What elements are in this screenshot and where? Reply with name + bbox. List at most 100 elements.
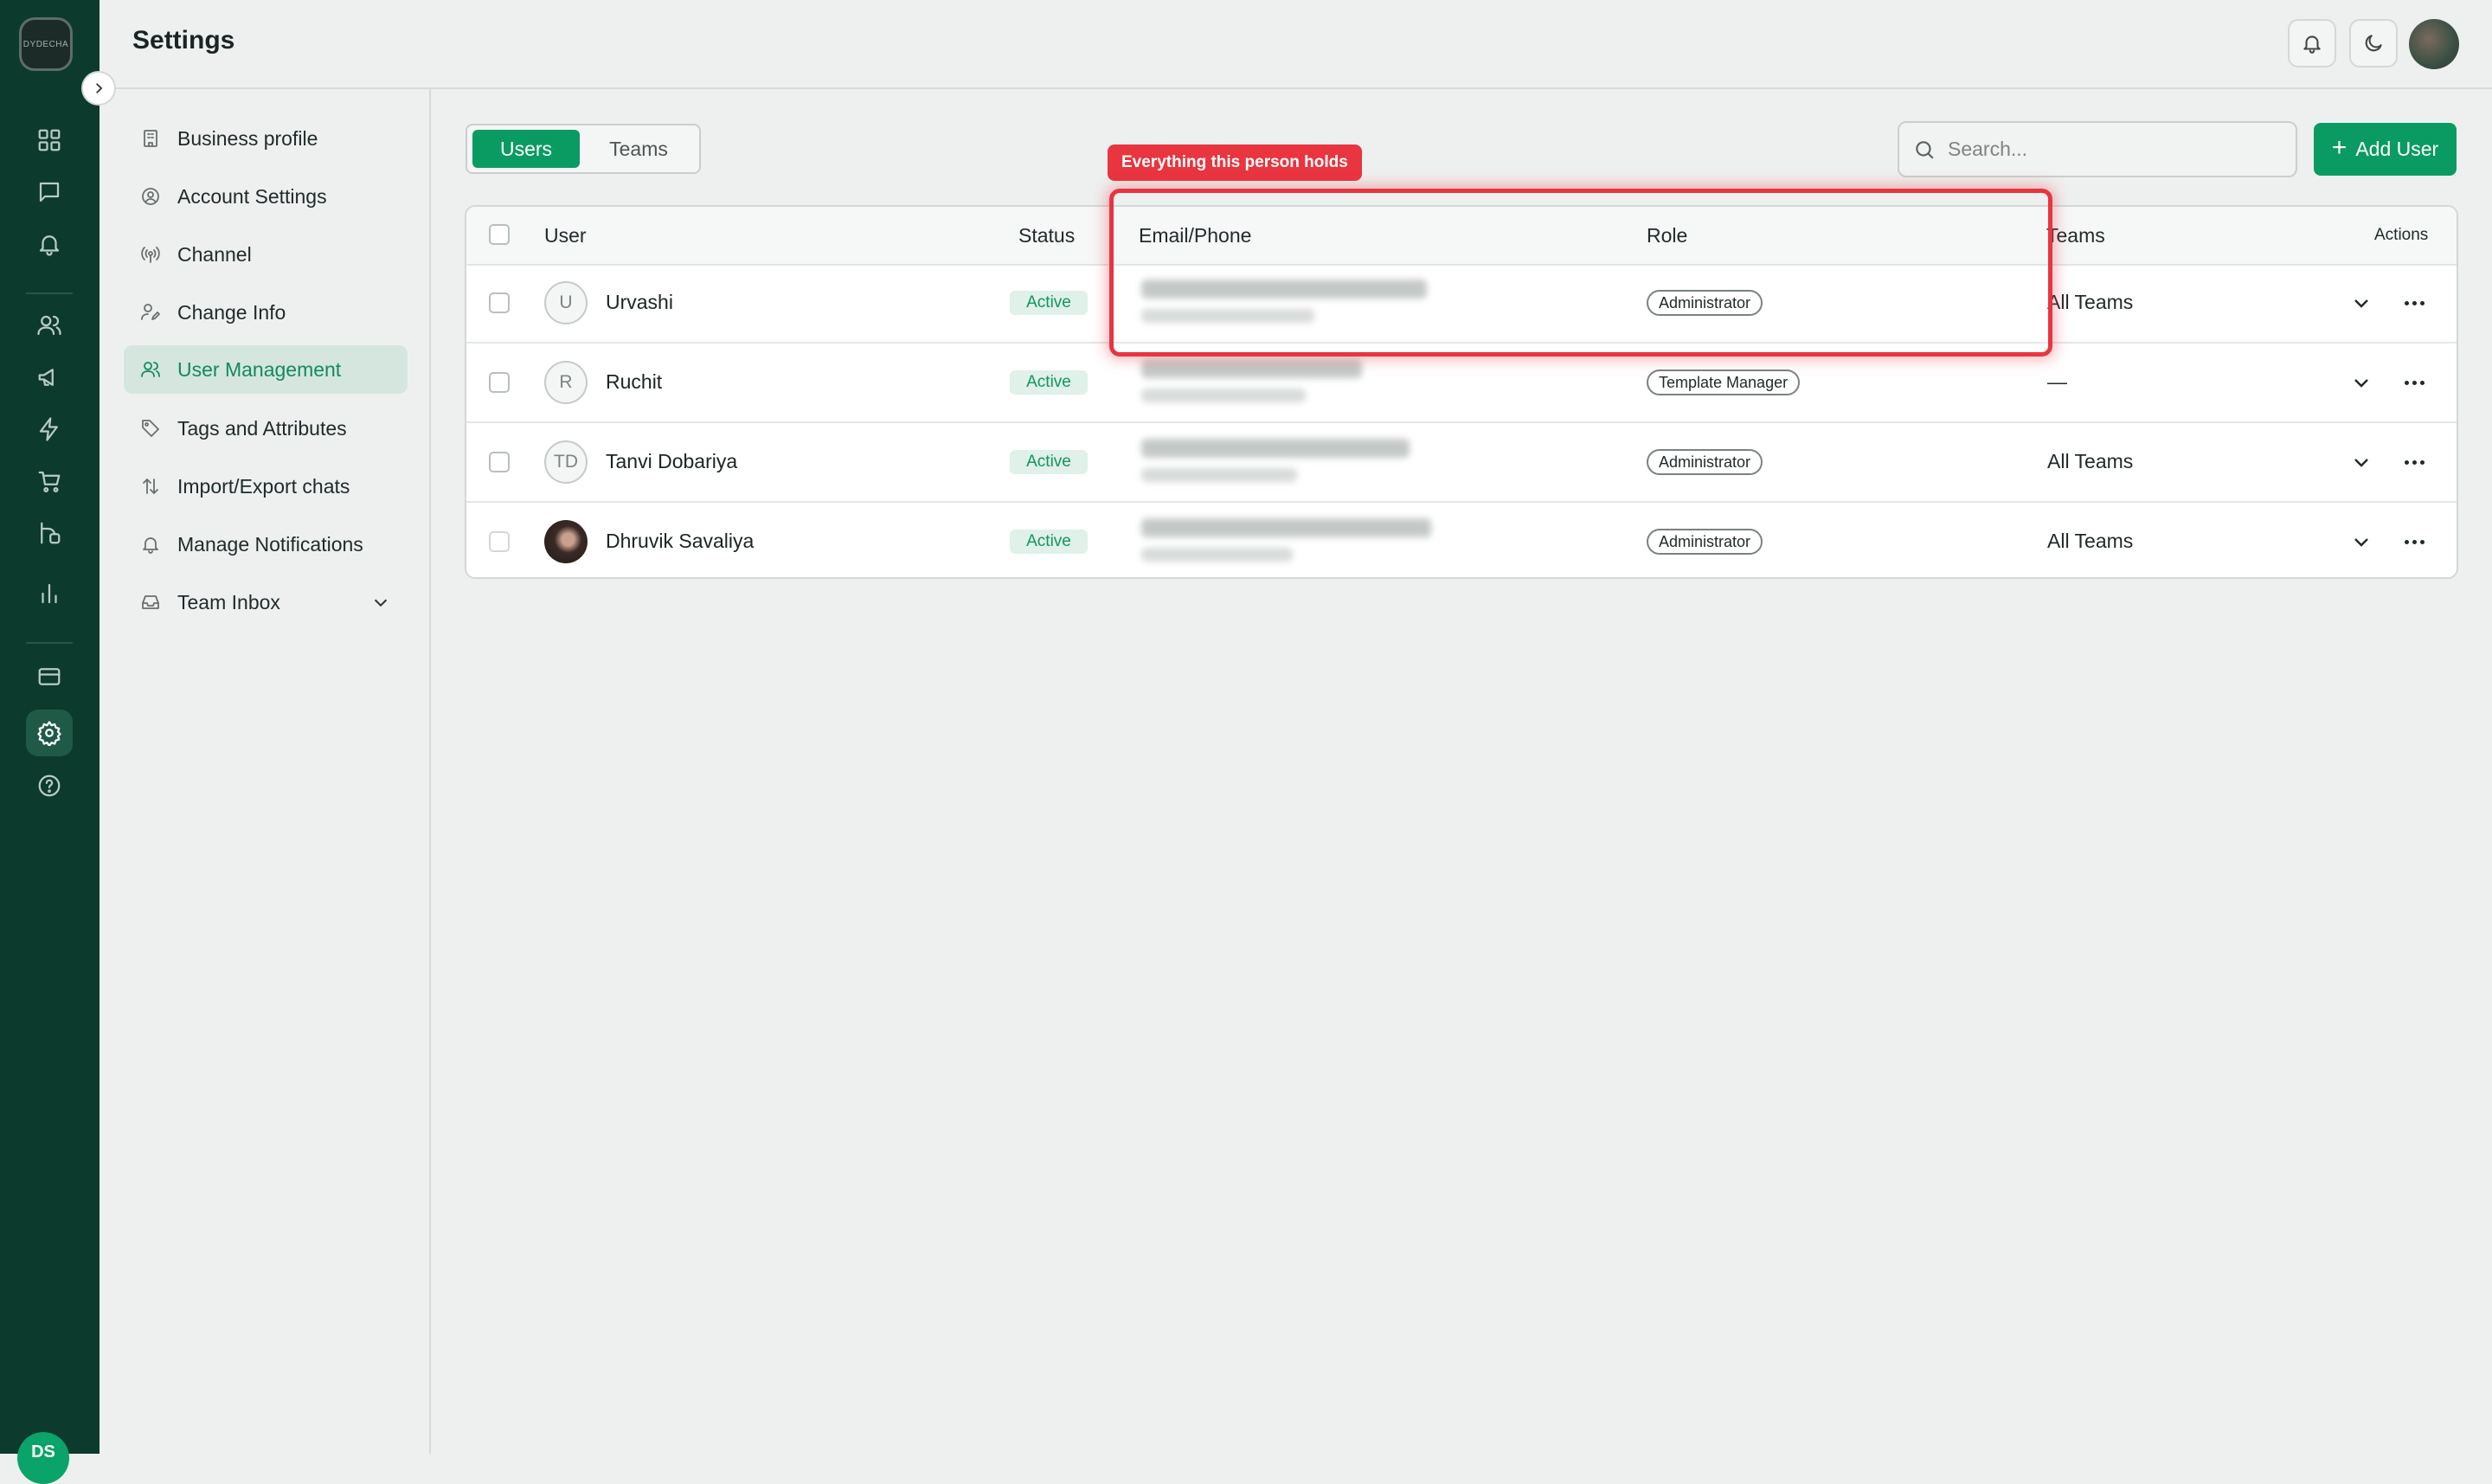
user-edit-icon bbox=[139, 301, 162, 324]
integrations-icon[interactable] bbox=[32, 516, 67, 550]
row-checkbox[interactable] bbox=[489, 292, 510, 313]
column-header-status[interactable]: Status bbox=[1018, 224, 1075, 247]
phone-redacted bbox=[1141, 468, 1297, 482]
column-header-user[interactable]: User bbox=[544, 224, 587, 247]
sidebar-item-label: Channel bbox=[177, 242, 252, 266]
account-circle-icon bbox=[139, 185, 162, 208]
bell-icon[interactable] bbox=[32, 227, 67, 261]
row-checkbox[interactable] bbox=[489, 372, 510, 393]
expand-row-button[interactable] bbox=[2351, 452, 2372, 472]
teams-value: All Teams bbox=[2047, 450, 2134, 472]
sidebar-item-team-inbox[interactable]: Team Inbox bbox=[124, 578, 408, 626]
add-user-button[interactable]: + Add User bbox=[2314, 123, 2457, 176]
email-redacted bbox=[1141, 518, 1431, 537]
contacts-icon[interactable] bbox=[32, 308, 67, 343]
page-title: Settings bbox=[132, 26, 235, 55]
teams-value: All Teams bbox=[2047, 530, 2134, 552]
search-icon bbox=[1916, 140, 1934, 159]
table-row[interactable]: R Ruchit Active Template Manager — bbox=[466, 344, 2457, 423]
chevron-down-icon bbox=[2354, 459, 2368, 467]
rail-divider bbox=[26, 642, 73, 644]
plus-icon: + bbox=[2331, 133, 2347, 162]
cart-icon[interactable] bbox=[32, 464, 67, 498]
row-checkbox[interactable] bbox=[489, 452, 510, 472]
chevron-down-icon bbox=[2354, 299, 2368, 308]
select-all-checkbox[interactable] bbox=[489, 224, 510, 245]
dark-mode-toggle[interactable] bbox=[2349, 19, 2398, 67]
current-user-avatar[interactable]: DS bbox=[17, 1432, 69, 1484]
megaphone-icon[interactable] bbox=[32, 360, 67, 395]
user-avatar: TD bbox=[544, 440, 588, 484]
user-name: Ruchit bbox=[606, 370, 663, 393]
role-badge: Administrator bbox=[1647, 290, 1763, 316]
settings-gear-icon[interactable] bbox=[26, 710, 73, 756]
table-header: User Status Email/Phone Role Teams Actio… bbox=[466, 207, 2457, 266]
column-header-email-phone[interactable]: Email/Phone bbox=[1139, 224, 1251, 247]
building-icon bbox=[139, 127, 162, 150]
tab-teams[interactable]: Teams bbox=[585, 130, 692, 168]
chevron-down-icon[interactable] bbox=[371, 593, 390, 612]
avatar-initials: DS bbox=[31, 1442, 55, 1462]
column-header-actions: Actions bbox=[2374, 226, 2429, 244]
column-header-teams[interactable]: Teams bbox=[2046, 224, 2105, 247]
sidebar-item-label: Manage Notifications bbox=[177, 532, 363, 556]
lightning-icon[interactable] bbox=[32, 412, 67, 446]
sidebar-item-tags-and-attributes[interactable]: Tags and Attributes bbox=[124, 404, 408, 453]
column-header-role[interactable]: Role bbox=[1647, 224, 1687, 247]
more-actions-button[interactable] bbox=[2401, 450, 2427, 474]
moon-icon bbox=[2365, 35, 2382, 52]
annotation-label: Everything this person holds bbox=[1108, 145, 1362, 181]
user-name: Urvashi bbox=[606, 291, 673, 313]
add-user-label: Add User bbox=[2355, 138, 2439, 160]
broadcast-icon bbox=[139, 243, 162, 266]
help-icon[interactable] bbox=[32, 768, 67, 803]
chat-icon[interactable] bbox=[32, 175, 67, 209]
search-input[interactable] bbox=[1946, 137, 2278, 162]
sidebar-item-label: Change Info bbox=[177, 300, 286, 324]
sidebar-item-business-profile[interactable]: Business profile bbox=[124, 114, 408, 163]
billing-card-icon[interactable] bbox=[32, 659, 67, 694]
tab-users[interactable]: Users bbox=[472, 130, 580, 168]
expand-row-button[interactable] bbox=[2351, 531, 2372, 552]
app-rail: DYDECHA DS bbox=[0, 0, 100, 1484]
table-row[interactable]: TD Tanvi Dobariya Active Administrator A… bbox=[466, 423, 2457, 503]
sidebar-item-label: Tags and Attributes bbox=[177, 416, 347, 440]
sidebar-item-account-settings[interactable]: Account Settings bbox=[124, 172, 408, 221]
rail-divider bbox=[26, 292, 73, 294]
more-actions-button[interactable] bbox=[2401, 291, 2427, 315]
user-name: Tanvi Dobariya bbox=[606, 450, 738, 472]
sidebar-item-label: Account Settings bbox=[177, 184, 327, 208]
role-badge: Administrator bbox=[1647, 449, 1763, 475]
search-field[interactable] bbox=[1898, 121, 2297, 177]
user-photo-avatar bbox=[544, 520, 588, 563]
more-actions-button[interactable] bbox=[2401, 370, 2427, 395]
collapse-sidebar-button[interactable] bbox=[81, 71, 116, 106]
notifications-button[interactable] bbox=[2288, 19, 2336, 67]
phone-redacted bbox=[1141, 309, 1314, 323]
bar-chart-icon[interactable] bbox=[32, 576, 67, 611]
profile-avatar[interactable] bbox=[2409, 19, 2459, 69]
dashboard-icon[interactable] bbox=[32, 123, 67, 157]
table-row[interactable]: U Urvashi Active Administrator All Teams bbox=[466, 264, 2457, 344]
sidebar-item-manage-notifications[interactable]: Manage Notifications bbox=[124, 520, 408, 569]
table-row[interactable]: Dhruvik Savaliya Active Administrator Al… bbox=[466, 503, 2457, 577]
sidebar-item-label: User Management bbox=[177, 357, 342, 381]
settings-sidebar: Business profile Account Settings Channe… bbox=[100, 89, 431, 1454]
sidebar-item-user-management[interactable]: User Management bbox=[124, 345, 408, 394]
sidebar-item-change-info[interactable]: Change Info bbox=[124, 288, 408, 337]
top-header: Settings bbox=[100, 0, 2492, 89]
user-avatar: R bbox=[544, 361, 588, 404]
status-badge: Active bbox=[1010, 370, 1088, 395]
more-actions-button[interactable] bbox=[2401, 530, 2427, 554]
user-avatar: U bbox=[544, 281, 588, 324]
sidebar-item-channel[interactable]: Channel bbox=[124, 230, 408, 279]
expand-row-button[interactable] bbox=[2351, 292, 2372, 313]
status-badge: Active bbox=[1010, 530, 1088, 554]
bell-icon bbox=[2303, 35, 2321, 54]
row-checkbox[interactable] bbox=[489, 531, 510, 552]
app-logo[interactable]: DYDECHA bbox=[19, 17, 73, 71]
sidebar-item-import-export-chats[interactable]: Import/Export chats bbox=[124, 462, 408, 511]
expand-row-button[interactable] bbox=[2351, 372, 2372, 393]
chevron-down-icon bbox=[2354, 379, 2368, 388]
role-badge: Template Manager bbox=[1647, 369, 1801, 395]
